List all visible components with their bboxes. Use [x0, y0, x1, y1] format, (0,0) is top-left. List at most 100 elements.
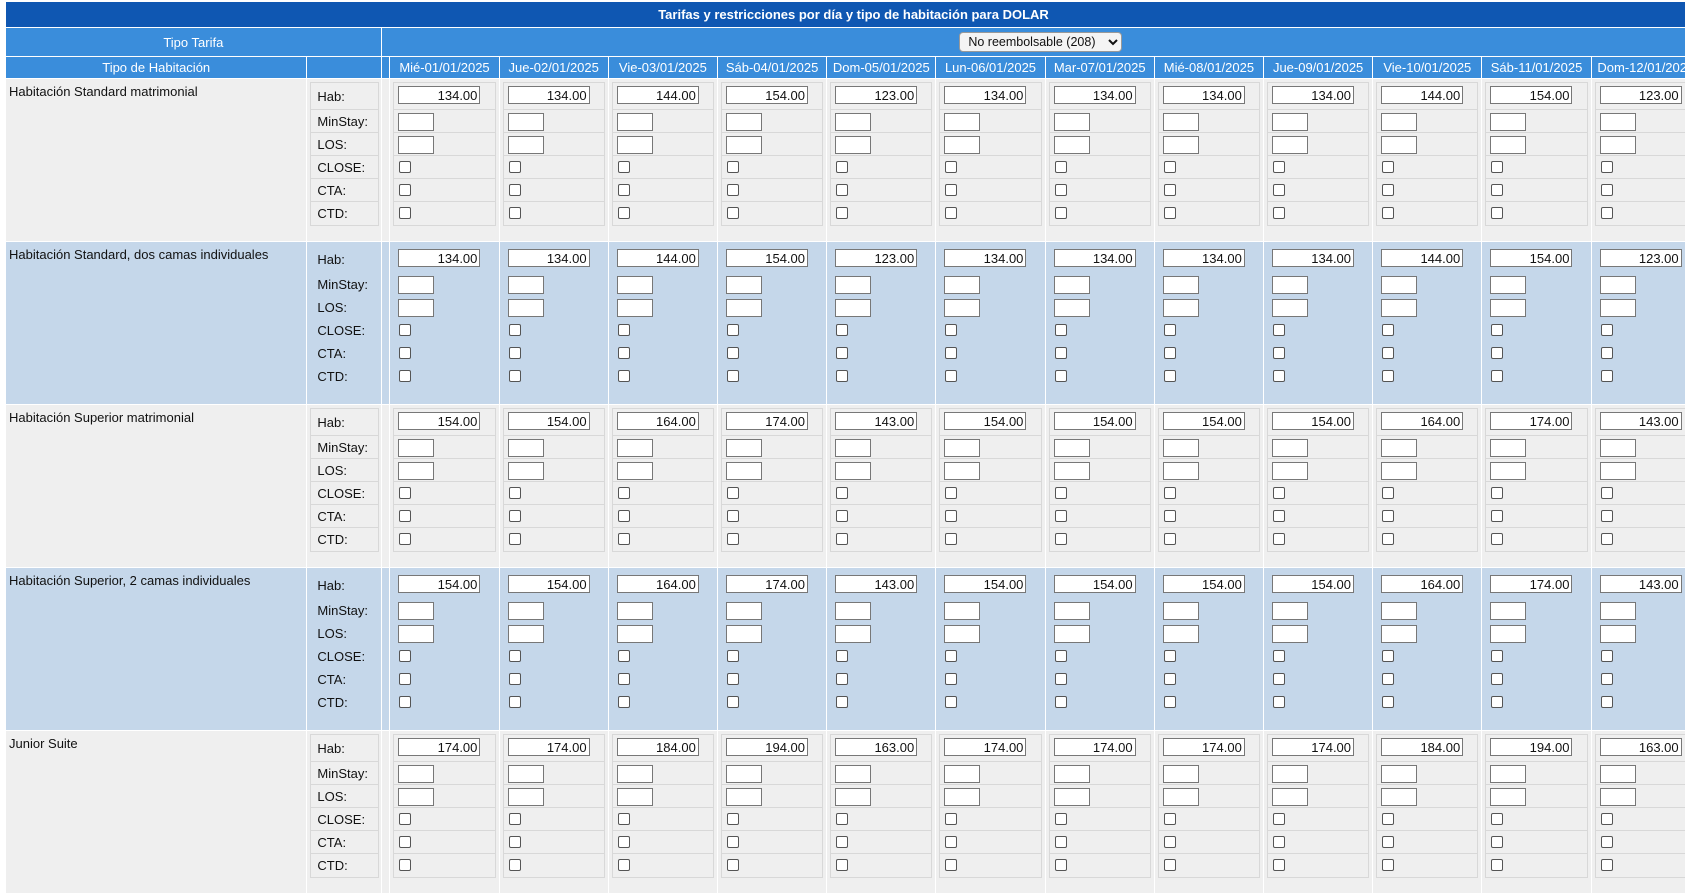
close-checkbox[interactable]	[399, 487, 412, 499]
cta-checkbox[interactable]	[1382, 836, 1395, 848]
los-input[interactable]	[616, 136, 653, 154]
close-checkbox[interactable]	[508, 650, 521, 662]
price-input[interactable]	[726, 412, 808, 430]
cta-checkbox[interactable]	[1273, 836, 1286, 848]
ctd-checkbox[interactable]	[945, 533, 958, 545]
minstay-input[interactable]	[1272, 602, 1309, 620]
price-input[interactable]	[1272, 86, 1355, 104]
minstay-input[interactable]	[616, 276, 653, 294]
los-input[interactable]	[398, 136, 435, 154]
los-input[interactable]	[1053, 136, 1090, 154]
ctd-checkbox[interactable]	[617, 859, 630, 871]
los-input[interactable]	[1162, 136, 1199, 154]
close-checkbox[interactable]	[1600, 161, 1613, 173]
cta-checkbox[interactable]	[399, 673, 412, 685]
cta-checkbox[interactable]	[1163, 184, 1176, 196]
los-input[interactable]	[1599, 462, 1636, 480]
cta-checkbox[interactable]	[1382, 184, 1395, 196]
minstay-input[interactable]	[1599, 439, 1636, 457]
close-checkbox[interactable]	[945, 324, 958, 336]
los-input[interactable]	[616, 788, 653, 806]
close-checkbox[interactable]	[1491, 650, 1504, 662]
close-checkbox[interactable]	[727, 324, 739, 336]
ctd-checkbox[interactable]	[1163, 207, 1176, 219]
close-checkbox[interactable]	[1163, 650, 1176, 662]
close-checkbox[interactable]	[1054, 324, 1067, 336]
price-input[interactable]	[1272, 412, 1355, 430]
ctd-checkbox[interactable]	[508, 207, 521, 219]
los-input[interactable]	[1599, 299, 1636, 317]
ctd-checkbox[interactable]	[1163, 533, 1176, 545]
los-input[interactable]	[726, 462, 762, 480]
close-checkbox[interactable]	[945, 487, 958, 499]
minstay-input[interactable]	[507, 113, 544, 131]
price-input[interactable]	[944, 738, 1027, 756]
price-input[interactable]	[1381, 86, 1464, 104]
price-input[interactable]	[616, 86, 699, 104]
close-checkbox[interactable]	[1491, 161, 1504, 173]
price-input[interactable]	[1053, 575, 1136, 593]
ctd-checkbox[interactable]	[1163, 370, 1176, 382]
cta-checkbox[interactable]	[945, 347, 958, 359]
price-input[interactable]	[1053, 412, 1136, 430]
los-input[interactable]	[835, 462, 872, 480]
minstay-input[interactable]	[726, 276, 762, 294]
cta-checkbox[interactable]	[727, 836, 739, 848]
cta-checkbox[interactable]	[727, 673, 739, 685]
price-input[interactable]	[944, 249, 1027, 267]
ctd-checkbox[interactable]	[1491, 370, 1504, 382]
ctd-checkbox[interactable]	[1382, 859, 1395, 871]
los-input[interactable]	[1162, 625, 1199, 643]
price-input[interactable]	[507, 575, 590, 593]
close-checkbox[interactable]	[1163, 487, 1176, 499]
close-checkbox[interactable]	[508, 813, 521, 825]
minstay-input[interactable]	[616, 113, 653, 131]
minstay-input[interactable]	[1381, 113, 1418, 131]
ctd-checkbox[interactable]	[1382, 533, 1395, 545]
minstay-input[interactable]	[398, 276, 435, 294]
cta-checkbox[interactable]	[617, 184, 630, 196]
minstay-input[interactable]	[398, 113, 435, 131]
minstay-input[interactable]	[1272, 765, 1309, 783]
close-checkbox[interactable]	[836, 161, 849, 173]
ctd-checkbox[interactable]	[1163, 859, 1176, 871]
los-input[interactable]	[835, 136, 872, 154]
los-input[interactable]	[726, 136, 762, 154]
los-input[interactable]	[1272, 462, 1309, 480]
los-input[interactable]	[944, 462, 981, 480]
cta-checkbox[interactable]	[836, 347, 849, 359]
minstay-input[interactable]	[944, 439, 981, 457]
close-checkbox[interactable]	[399, 161, 412, 173]
minstay-input[interactable]	[1272, 276, 1309, 294]
price-input[interactable]	[835, 738, 918, 756]
price-input[interactable]	[944, 575, 1027, 593]
minstay-input[interactable]	[398, 602, 435, 620]
los-input[interactable]	[1053, 788, 1090, 806]
close-checkbox[interactable]	[1163, 813, 1176, 825]
los-input[interactable]	[726, 788, 762, 806]
price-input[interactable]	[1272, 738, 1355, 756]
minstay-input[interactable]	[616, 765, 653, 783]
close-checkbox[interactable]	[617, 161, 630, 173]
price-input[interactable]	[1053, 249, 1136, 267]
close-checkbox[interactable]	[1273, 487, 1286, 499]
cta-checkbox[interactable]	[1382, 347, 1395, 359]
close-checkbox[interactable]	[1382, 813, 1395, 825]
close-checkbox[interactable]	[508, 324, 521, 336]
price-input[interactable]	[1053, 738, 1136, 756]
cta-checkbox[interactable]	[1054, 510, 1067, 522]
ctd-checkbox[interactable]	[508, 859, 521, 871]
price-input[interactable]	[835, 86, 918, 104]
minstay-input[interactable]	[835, 765, 872, 783]
los-input[interactable]	[1272, 788, 1309, 806]
close-checkbox[interactable]	[1600, 324, 1613, 336]
close-checkbox[interactable]	[617, 487, 630, 499]
price-input[interactable]	[1053, 86, 1136, 104]
minstay-input[interactable]	[1162, 276, 1199, 294]
cta-checkbox[interactable]	[1600, 184, 1613, 196]
los-input[interactable]	[1381, 299, 1418, 317]
cta-checkbox[interactable]	[727, 510, 739, 522]
minstay-input[interactable]	[1272, 439, 1309, 457]
price-input[interactable]	[1162, 249, 1245, 267]
los-input[interactable]	[835, 625, 872, 643]
